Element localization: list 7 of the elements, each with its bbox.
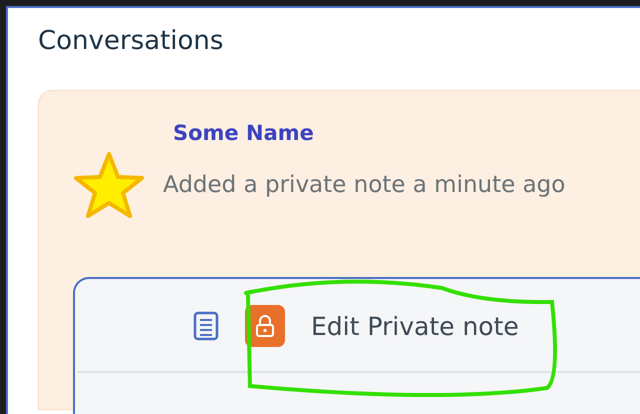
activity-text: Added a private note a minute ago bbox=[163, 172, 566, 198]
page-title: Conversations bbox=[38, 26, 224, 56]
author-name: Some Name bbox=[173, 121, 314, 145]
star-icon bbox=[73, 151, 145, 219]
edit-note-label[interactable]: Edit Private note bbox=[311, 312, 519, 340]
lock-icon[interactable] bbox=[245, 305, 285, 347]
document-icon[interactable] bbox=[193, 311, 219, 341]
